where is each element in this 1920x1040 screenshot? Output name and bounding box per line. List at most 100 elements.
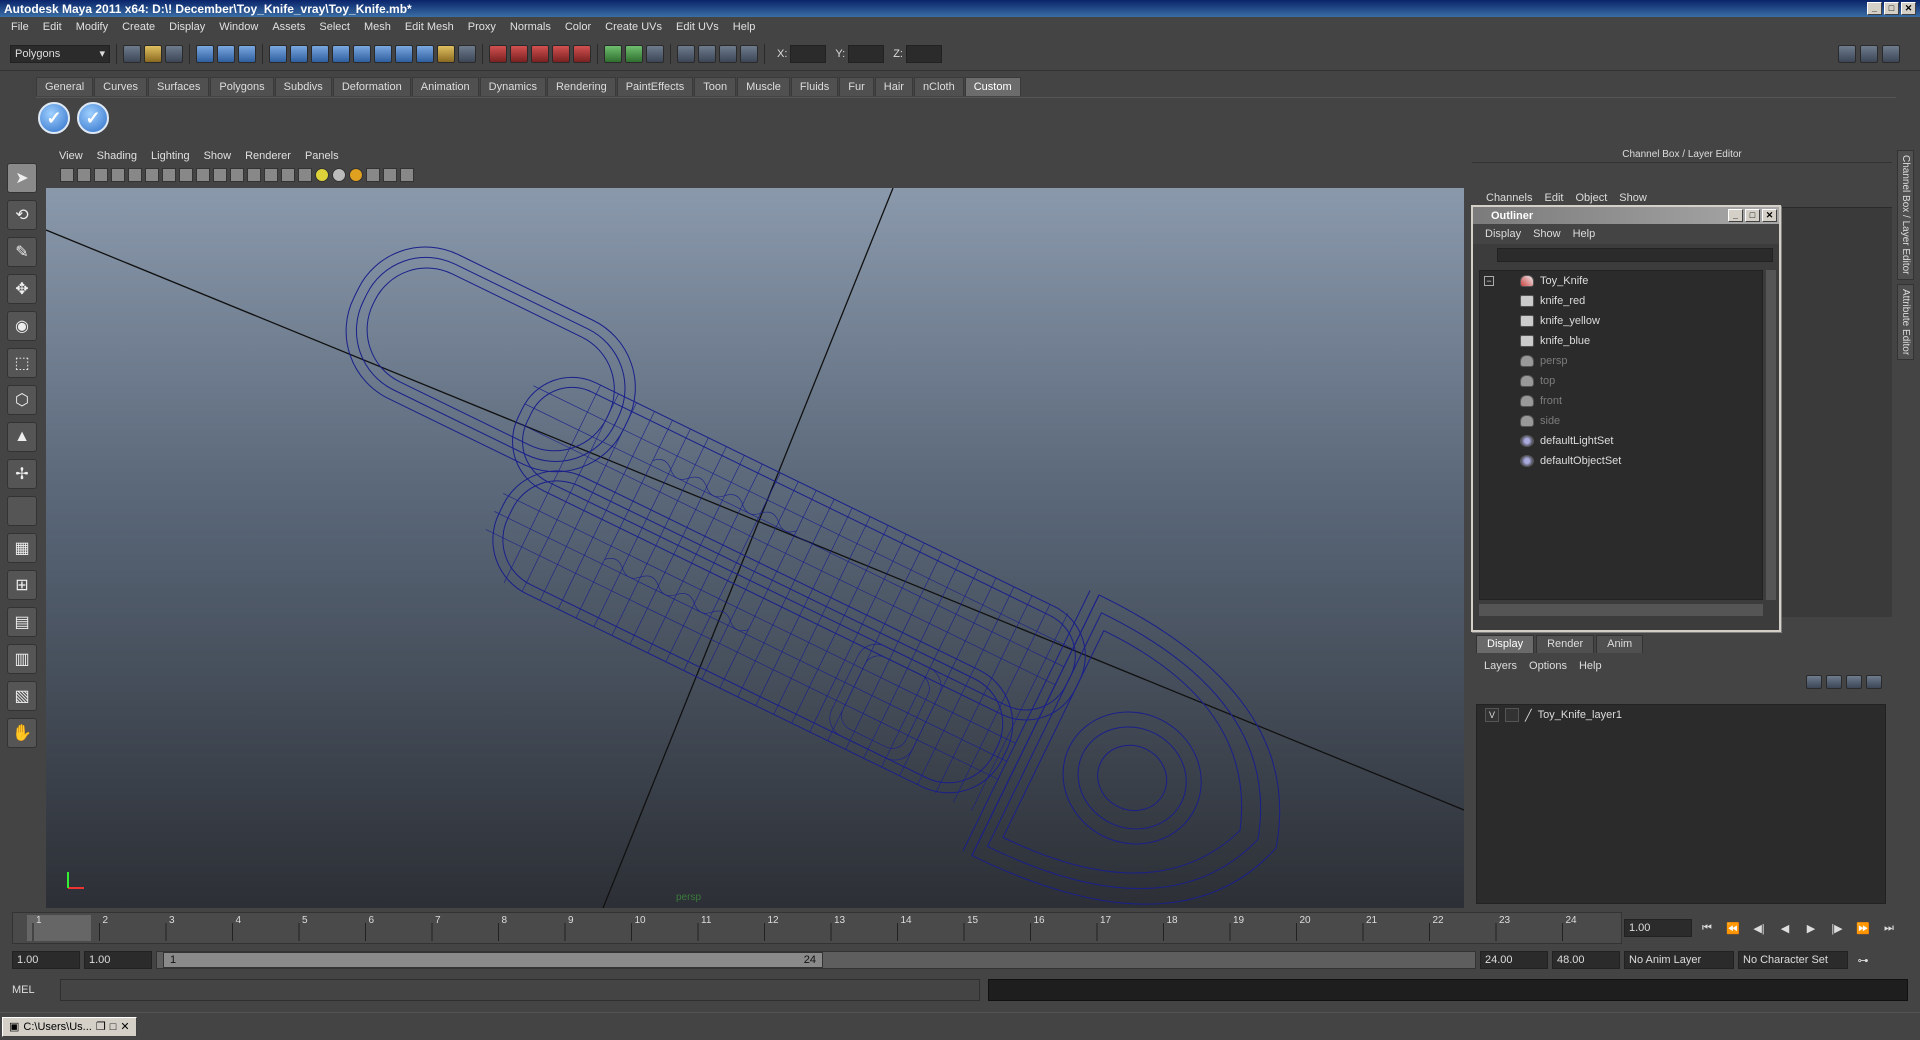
outliner-item-default-light-set[interactable]: defaultLightSet	[1480, 431, 1762, 451]
select-tool-icon[interactable]: ➤	[7, 163, 37, 193]
isolate-select-icon[interactable]	[366, 168, 380, 182]
maximize-button[interactable]: □	[1884, 2, 1899, 15]
save-scene-icon[interactable]	[165, 44, 183, 63]
high-quality-icon[interactable]	[383, 168, 397, 182]
wireframe-on-shaded-icon[interactable]	[281, 168, 295, 182]
scale-tool-icon[interactable]: ⬚	[7, 348, 37, 378]
show-tool-settings-icon[interactable]	[1860, 44, 1878, 63]
range-slider-handle[interactable]: 1 24	[163, 952, 823, 968]
persp-outliner-layout-icon[interactable]: ▤	[7, 607, 37, 637]
shelf-tab-dynamics[interactable]: Dynamics	[479, 77, 546, 96]
hand-tool-icon[interactable]: ✋	[7, 718, 37, 748]
viewport-menu-shading[interactable]: Shading	[90, 150, 144, 162]
mask-deformer-icon[interactable]	[353, 44, 371, 63]
menu-normals[interactable]: Normals	[503, 21, 558, 33]
mask-surface-icon[interactable]	[332, 44, 350, 63]
playback-end-field[interactable]: 24.00	[1480, 951, 1548, 969]
move-tool-icon[interactable]: ✥	[7, 274, 37, 304]
mel-label[interactable]: MEL	[12, 984, 52, 996]
shelf-tab-muscle[interactable]: Muscle	[737, 77, 790, 96]
outliner-item-knife-blue[interactable]: knife_blue	[1480, 331, 1762, 351]
menu-edit-uvs[interactable]: Edit UVs	[669, 21, 726, 33]
resolution-gate-icon[interactable]	[162, 168, 176, 182]
all-lights-icon[interactable]	[332, 168, 346, 182]
layer-visibility-toggle[interactable]: V	[1485, 708, 1499, 722]
show-channel-box-icon[interactable]	[1882, 44, 1900, 63]
menu-file[interactable]: File	[4, 21, 36, 33]
tab-render-layers[interactable]: Render	[1536, 635, 1595, 653]
field-chart-icon[interactable]	[196, 168, 210, 182]
viewport-menu-lighting[interactable]: Lighting	[144, 150, 197, 162]
collapse-icon[interactable]: −	[1484, 276, 1494, 286]
step-back-frame-icon[interactable]: ◀|	[1748, 919, 1770, 937]
menu-color[interactable]: Color	[558, 21, 598, 33]
close-icon[interactable]: ✕	[120, 1020, 129, 1033]
outliner-vertical-scrollbar[interactable]	[1766, 270, 1776, 600]
default-lighting-icon[interactable]	[315, 168, 329, 182]
viewport-menu-view[interactable]: View	[52, 150, 90, 162]
outliner-filter-field[interactable]	[1497, 248, 1773, 262]
y-field[interactable]	[848, 44, 885, 63]
highlight-selection-icon[interactable]	[458, 44, 476, 63]
render-settings-icon[interactable]	[740, 44, 758, 63]
hypershade-layout-icon[interactable]: ▧	[7, 681, 37, 711]
shelf-tab-curves[interactable]: Curves	[94, 77, 147, 96]
x-field[interactable]	[790, 44, 827, 63]
shelf-tab-custom[interactable]: Custom	[964, 77, 1021, 96]
persp-viewport[interactable]: persp	[46, 188, 1464, 908]
step-forward-key-icon[interactable]: ⏩	[1852, 919, 1874, 937]
outliner-horizontal-scrollbar[interactable]	[1479, 604, 1763, 616]
outliner-item-persp[interactable]: persp	[1480, 351, 1762, 371]
lock-selection-icon[interactable]	[437, 44, 455, 63]
new-layer-from-selection-icon[interactable]	[1866, 675, 1882, 689]
outliner-maximize-button[interactable]: □	[1745, 209, 1760, 222]
outliner-menu-show[interactable]: Show	[1527, 228, 1567, 240]
make-live-icon[interactable]	[573, 44, 591, 63]
move-layer-up-icon[interactable]	[1806, 675, 1822, 689]
current-frame-field[interactable]: 1.00	[1624, 919, 1692, 937]
universal-manipulator-icon[interactable]: ⬡	[7, 385, 37, 415]
select-by-object-icon[interactable]	[217, 44, 235, 63]
four-view-layout-icon[interactable]: ⊞	[7, 570, 37, 600]
new-scene-icon[interactable]	[123, 44, 141, 63]
shelf-tab-fur[interactable]: Fur	[839, 77, 874, 96]
shelf-tab-subdivs[interactable]: Subdivs	[274, 77, 332, 96]
shelf-tab-rendering[interactable]: Rendering	[546, 77, 616, 96]
shelf-tab-polygons[interactable]: Polygons	[210, 77, 274, 96]
menu-window[interactable]: Window	[212, 21, 265, 33]
snap-grid-icon[interactable]	[489, 44, 507, 63]
go-to-start-icon[interactable]: ⏮	[1696, 919, 1718, 937]
outliner-menu-help[interactable]: Help	[1567, 228, 1602, 240]
maximize-icon[interactable]: □	[110, 1021, 117, 1033]
channels-menu[interactable]: Channels	[1480, 192, 1538, 204]
mask-curve-icon[interactable]	[311, 44, 329, 63]
layers-menu[interactable]: Layers	[1478, 660, 1523, 672]
mask-dynamics-icon[interactable]	[374, 44, 392, 63]
shelf-tab-toon[interactable]: Toon	[694, 77, 737, 96]
viewport-menu-show[interactable]: Show	[197, 150, 239, 162]
last-tool-icon[interactable]	[7, 496, 37, 526]
anim-layer-dropdown[interactable]: No Anim Layer	[1624, 951, 1734, 969]
new-empty-layer-icon[interactable]	[1846, 675, 1862, 689]
viewport-menu-panels[interactable]: Panels	[298, 150, 346, 162]
outliner-menu-display[interactable]: Display	[1479, 228, 1527, 240]
select-by-hierarchy-icon[interactable]	[196, 44, 214, 63]
range-slider[interactable]: 1 24	[156, 951, 1476, 969]
edit-menu[interactable]: Edit	[1538, 192, 1569, 204]
viewport-menu-renderer[interactable]: Renderer	[238, 150, 298, 162]
custom-shelf-button-1[interactable]: ✓	[38, 102, 70, 134]
playback-start-field[interactable]: 1.00	[84, 951, 152, 969]
shelf-tab-deformation[interactable]: Deformation	[332, 77, 411, 96]
shelf-tab-ncloth[interactable]: nCloth	[913, 77, 964, 96]
outliner-item-front[interactable]: front	[1480, 391, 1762, 411]
close-button[interactable]: ✕	[1901, 2, 1916, 15]
step-back-key-icon[interactable]: ⏪	[1722, 919, 1744, 937]
outliner-item-top[interactable]: top	[1480, 371, 1762, 391]
menu-assets[interactable]: Assets	[265, 21, 312, 33]
custom-shelf-button-2[interactable]: ✓	[77, 102, 110, 134]
menu-edit-mesh[interactable]: Edit Mesh	[398, 21, 461, 33]
move-layer-down-icon[interactable]	[1826, 675, 1842, 689]
wireframe-icon[interactable]	[247, 168, 261, 182]
tab-attribute-editor[interactable]: Attribute Editor	[1897, 283, 1914, 360]
show-menu[interactable]: Show	[1613, 192, 1653, 204]
